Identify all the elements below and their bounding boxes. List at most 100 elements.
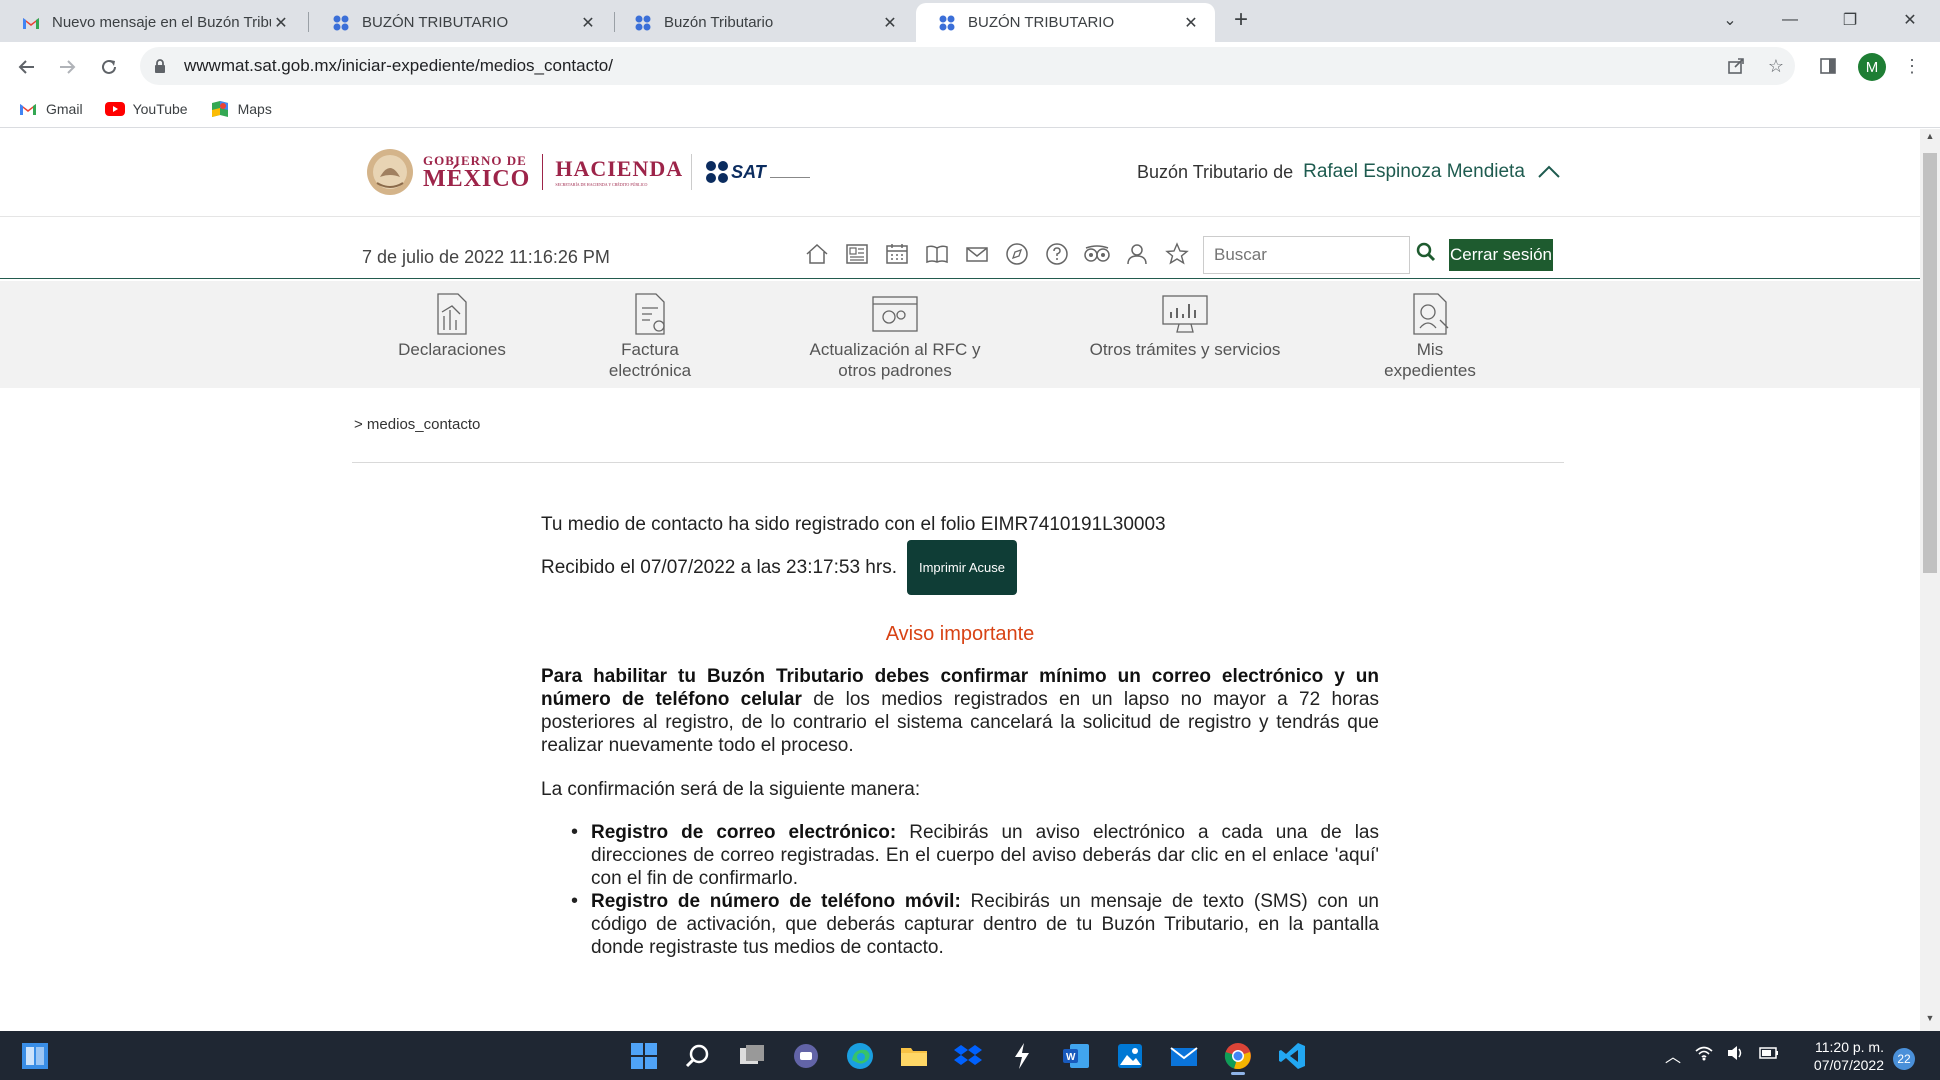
close-tab-icon[interactable]: ✕: [271, 13, 291, 33]
battery-icon[interactable]: [1759, 1046, 1779, 1065]
scroll-down-icon[interactable]: ▼: [1920, 1013, 1940, 1029]
restore-button[interactable]: ❐: [1820, 0, 1880, 40]
search-icon[interactable]: [1413, 239, 1439, 265]
browser-toolbar: wwwmat.sat.gob.mx/iniciar-expediente/med…: [0, 42, 1940, 90]
close-window-button[interactable]: ✕: [1880, 0, 1940, 40]
bookmark-label: Maps: [237, 100, 272, 117]
expediente-icon: [1370, 291, 1490, 337]
sat-icon: [938, 14, 956, 32]
bookmark-star-icon[interactable]: ☆: [1760, 50, 1792, 82]
power-automate-icon[interactable]: [995, 1036, 1049, 1076]
newspaper-icon[interactable]: [840, 239, 874, 269]
start-icon[interactable]: [617, 1036, 671, 1076]
edge-icon[interactable]: [833, 1036, 887, 1076]
chrome-icon[interactable]: [1211, 1036, 1265, 1076]
search-icon[interactable]: [671, 1036, 725, 1076]
menu-item-mis-expedientes[interactable]: Mis expedientes: [1370, 291, 1490, 381]
taskbar: W ︿ 11:20 p. m. 07/07/2022 22: [0, 1031, 1940, 1080]
gobierno-mexico-logo: GOBIERNO DE MÉXICO: [423, 152, 531, 192]
scroll-thumb[interactable]: [1923, 153, 1937, 573]
scroll-up-icon[interactable]: ▲: [1920, 131, 1940, 147]
tab-buzon-active[interactable]: BUZÓN TRIBUTARIO ✕: [916, 3, 1215, 42]
print-acuse-button[interactable]: Imprimir Acuse: [906, 540, 1017, 595]
address-bar[interactable]: wwwmat.sat.gob.mx/iniciar-expediente/med…: [140, 47, 1795, 85]
menu-item-otros-tramites[interactable]: Otros trámites y servicios: [1080, 291, 1290, 360]
tripadvisor-icon[interactable]: [1080, 239, 1114, 269]
bookmark-maps[interactable]: Maps: [210, 100, 272, 117]
aviso-paragraph: Para habilitar tu Buzón Tributario debes…: [541, 666, 1379, 756]
task-view-icon[interactable]: [725, 1036, 779, 1076]
youtube-icon: [104, 101, 125, 117]
gob-logos[interactable]: GOBIERNO DE MÉXICO HACIENDA SECRETARÍA D…: [365, 147, 810, 197]
bookmark-youtube[interactable]: YouTube: [104, 101, 188, 117]
teams-chat-icon[interactable]: [779, 1036, 833, 1076]
user-icon[interactable]: [1120, 239, 1154, 269]
side-panel-icon[interactable]: [1812, 50, 1844, 82]
share-icon[interactable]: [1720, 50, 1752, 82]
lock-icon[interactable]: [154, 58, 168, 74]
tab-title: Buzón Tributario: [664, 14, 774, 31]
help-icon[interactable]: [1040, 239, 1074, 269]
file-explorer-icon[interactable]: [887, 1036, 941, 1076]
star-icon[interactable]: [1160, 239, 1194, 269]
reload-button[interactable]: [92, 50, 126, 84]
forward-button[interactable]: [50, 50, 84, 84]
confirm-list: Registro de correo electrónico: Recibirá…: [541, 821, 1379, 959]
tab-search-icon[interactable]: ⌄: [1700, 0, 1760, 40]
back-button[interactable]: [10, 50, 44, 84]
buzon-user[interactable]: Buzón Tributario de Rafael Espinoza Mend…: [1137, 161, 1561, 183]
mail-icon[interactable]: [960, 239, 994, 269]
system-tray: ︿: [1665, 1043, 1793, 1067]
chevron-up-icon[interactable]: ︿: [1665, 1043, 1681, 1067]
close-tab-icon[interactable]: ✕: [880, 13, 900, 33]
home-icon[interactable]: [800, 239, 834, 269]
tab-title: BUZÓN TRIBUTARIO: [968, 14, 1115, 31]
book-icon[interactable]: [920, 239, 954, 269]
escudo-icon: [367, 149, 413, 195]
sat-logo: SAT: [706, 161, 810, 183]
dropbox-icon[interactable]: [941, 1036, 995, 1076]
maps-icon: [210, 100, 230, 117]
menu-item-factura[interactable]: Factura electrónica: [590, 291, 710, 381]
declaraciones-icon: [390, 291, 514, 337]
windows-icon[interactable]: [20, 1041, 50, 1071]
main-content: Tu medio de contacto ha sido registrado …: [541, 509, 1379, 958]
notification-badge[interactable]: 22: [1893, 1048, 1915, 1070]
gmail-icon: [18, 101, 38, 117]
tab-buzon-2[interactable]: Buzón Tributario ✕: [612, 3, 914, 42]
minimize-button[interactable]: —: [1760, 0, 1820, 40]
profile-avatar[interactable]: M: [1858, 53, 1886, 81]
menu-item-actualizacion-rfc[interactable]: Actualización al RFC y otros padrones: [805, 291, 985, 381]
main-menu: Declaraciones Factura electrónica Actual…: [0, 281, 1920, 388]
tab-gmail[interactable]: Nuevo mensaje en el Buzón Tributario ✕: [0, 3, 305, 42]
tab-buzon-1[interactable]: BUZÓN TRIBUTARIO ✕: [310, 3, 612, 42]
folio-message: Tu medio de contacto ha sido registrado …: [541, 514, 1166, 535]
url-text: wwwmat.sat.gob.mx/iniciar-expediente/med…: [184, 56, 613, 75]
word-icon[interactable]: W: [1049, 1036, 1103, 1076]
photos-icon[interactable]: [1103, 1036, 1157, 1076]
tab-title: BUZÓN TRIBUTARIO: [362, 14, 509, 31]
list-item: Registro de número de teléfono móvil: Re…: [571, 890, 1379, 959]
compass-icon[interactable]: [1000, 239, 1034, 269]
volume-icon[interactable]: [1727, 1045, 1745, 1066]
svg-text:W: W: [1066, 1052, 1076, 1063]
bookmark-gmail[interactable]: Gmail: [18, 101, 83, 117]
vscode-icon[interactable]: [1265, 1036, 1319, 1076]
wifi-icon[interactable]: [1695, 1045, 1713, 1066]
logout-button[interactable]: Cerrar sesión: [1449, 239, 1553, 271]
new-tab-button[interactable]: +: [1226, 6, 1256, 36]
mail-icon[interactable]: [1157, 1036, 1211, 1076]
page-scrollbar[interactable]: ▲ ▼: [1920, 129, 1940, 1031]
menu-item-declaraciones[interactable]: Declaraciones: [390, 291, 514, 360]
close-tab-icon[interactable]: ✕: [1181, 13, 1201, 33]
menu-kebab-icon[interactable]: ⋮: [1896, 50, 1928, 82]
close-tab-icon[interactable]: ✕: [578, 13, 598, 33]
chevron-up-icon[interactable]: [1537, 165, 1561, 179]
breadcrumb[interactable]: > medios_contacto: [354, 416, 480, 433]
user-name: Rafael Espinoza Mendieta: [1303, 161, 1525, 182]
aviso-title: Aviso importante: [885, 623, 1035, 645]
clock[interactable]: 11:20 p. m. 07/07/2022: [1800, 1038, 1884, 1074]
search-input[interactable]: [1203, 236, 1410, 274]
divider: [352, 462, 1564, 463]
calendar-icon[interactable]: [880, 239, 914, 269]
